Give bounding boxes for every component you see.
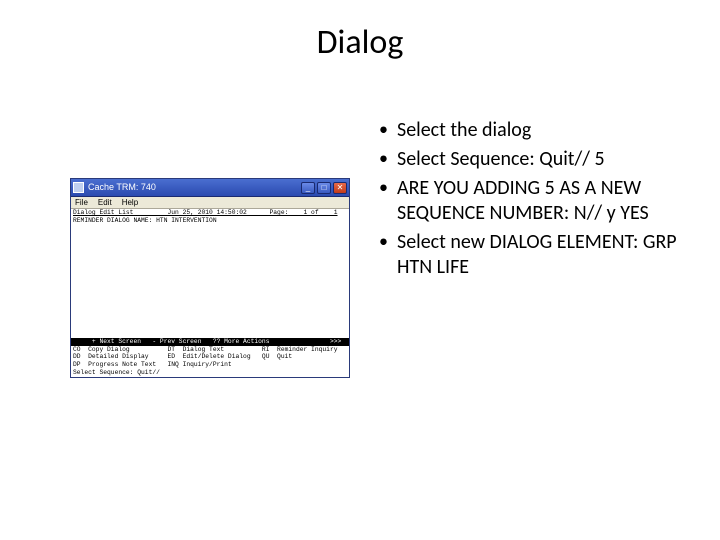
instruction-bullets: Select the dialog Select Sequence: Quit/… xyxy=(375,118,695,284)
screen-header: Dialog Edit List Jun 25, 2010 14:50:02 P… xyxy=(71,209,349,217)
menu-edit[interactable]: Edit xyxy=(98,198,112,208)
bullet-item: ARE YOU ADDING 5 AS A NEW SEQUENCE NUMBE… xyxy=(375,176,695,226)
terminal-blank-area xyxy=(71,225,349,338)
command-list: CO Copy Dialog DT Dialog Text RI Reminde… xyxy=(71,346,349,377)
action-bar: + Next Screen - Prev Screen ?? More Acti… xyxy=(71,338,349,346)
menubar: File Edit Help xyxy=(71,197,349,209)
command-row: CO Copy Dialog DT Dialog Text RI Reminde… xyxy=(71,346,349,354)
terminal-body[interactable]: Dialog Edit List Jun 25, 2010 14:50:02 P… xyxy=(71,209,349,377)
minimize-button[interactable]: _ xyxy=(301,182,315,194)
terminal-window: Cache TRM: 740 _ □ ✕ File Edit Help Dial… xyxy=(70,178,350,378)
app-icon xyxy=(73,182,84,193)
menu-file[interactable]: File xyxy=(75,198,88,208)
menu-help[interactable]: Help xyxy=(122,198,138,208)
close-button[interactable]: ✕ xyxy=(333,182,347,194)
bullet-item: Select the dialog xyxy=(375,118,695,143)
window-title: Cache TRM: 740 xyxy=(88,182,301,193)
bullet-item: Select new DIALOG ELEMENT: GRP HTN LIFE xyxy=(375,230,695,280)
prompt-line[interactable]: Select Sequence: Quit// xyxy=(71,369,349,377)
titlebar[interactable]: Cache TRM: 740 _ □ ✕ xyxy=(71,179,349,197)
command-row: DD Detailed Display ED Edit/Delete Dialo… xyxy=(71,353,349,361)
command-row: DP Progress Note Text INQ Inquiry/Print xyxy=(71,361,349,369)
dialog-name-line: REMINDER DIALOG NAME: HTN INTERVENTION xyxy=(71,217,349,225)
maximize-button[interactable]: □ xyxy=(317,182,331,194)
bullet-item: Select Sequence: Quit// 5 xyxy=(375,147,695,172)
slide-title: Dialog xyxy=(0,22,720,63)
